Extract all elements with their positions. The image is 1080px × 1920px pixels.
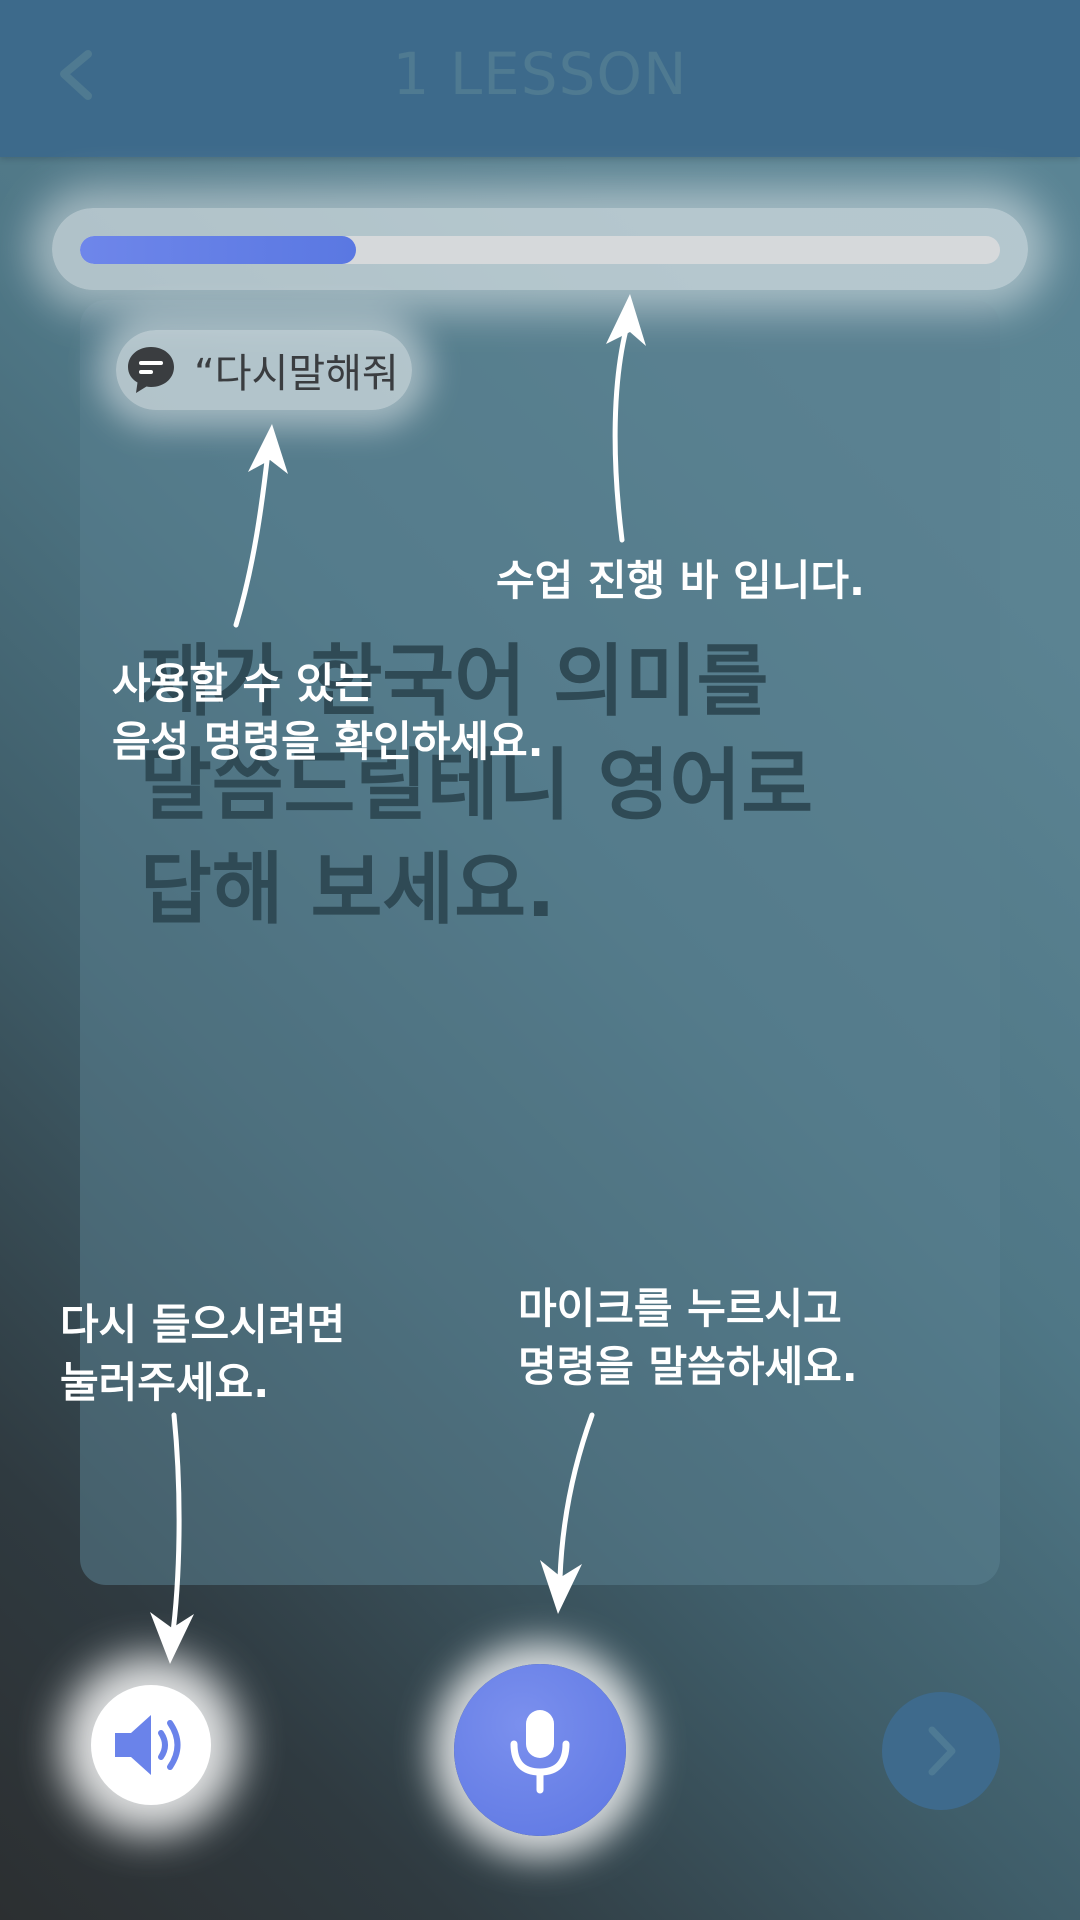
prompt-line: 답해 보세요. bbox=[140, 845, 556, 935]
microphone-icon bbox=[510, 1710, 570, 1794]
annotation-text: 마이크를 누르시고 bbox=[518, 1284, 842, 1333]
annotation-text: 명령을 말씀하세요. bbox=[518, 1342, 858, 1391]
annotation-replay: 다시 들으시려면 눌러주세요. bbox=[60, 1296, 345, 1412]
chevron-right-icon bbox=[928, 1726, 956, 1776]
arrowhead bbox=[150, 1612, 194, 1664]
replay-audio-button[interactable] bbox=[101, 1695, 201, 1795]
progress-fill bbox=[80, 236, 356, 264]
progress-bar bbox=[80, 236, 1000, 264]
microphone-button[interactable] bbox=[454, 1664, 626, 1836]
annotation-text: 사용할 수 있는 bbox=[112, 659, 374, 708]
next-button[interactable] bbox=[882, 1692, 1000, 1810]
voice-command-text: “다시말해줘 bbox=[194, 351, 399, 397]
annotation-voice-commands: 사용할 수 있는 음성 명령을 확인하세요. bbox=[112, 655, 544, 771]
annotation-text: 음성 명령을 확인하세요. bbox=[112, 717, 544, 766]
annotation-text: 눌러주세요. bbox=[60, 1358, 270, 1407]
page-title: 1 LESSON bbox=[392, 40, 688, 108]
annotation-progress: 수업 진행 바 입니다. bbox=[496, 552, 865, 610]
screen: 1 LESSON 제가 한국어 의미를 말씀드릴테니 영어로 답해 보세요. “… bbox=[0, 0, 1080, 1920]
speaker-icon bbox=[115, 1715, 181, 1775]
header-bar: 1 LESSON bbox=[0, 0, 1080, 157]
annotation-text: 수업 진행 바 입니다. bbox=[496, 556, 865, 605]
annotation-text: 다시 들으시려면 bbox=[60, 1300, 346, 1349]
voice-command-chip[interactable]: “다시말해줘 bbox=[124, 340, 399, 400]
speech-bubble-icon bbox=[128, 347, 174, 393]
annotation-mic: 마이크를 누르시고 명령을 말씀하세요. bbox=[518, 1280, 858, 1396]
